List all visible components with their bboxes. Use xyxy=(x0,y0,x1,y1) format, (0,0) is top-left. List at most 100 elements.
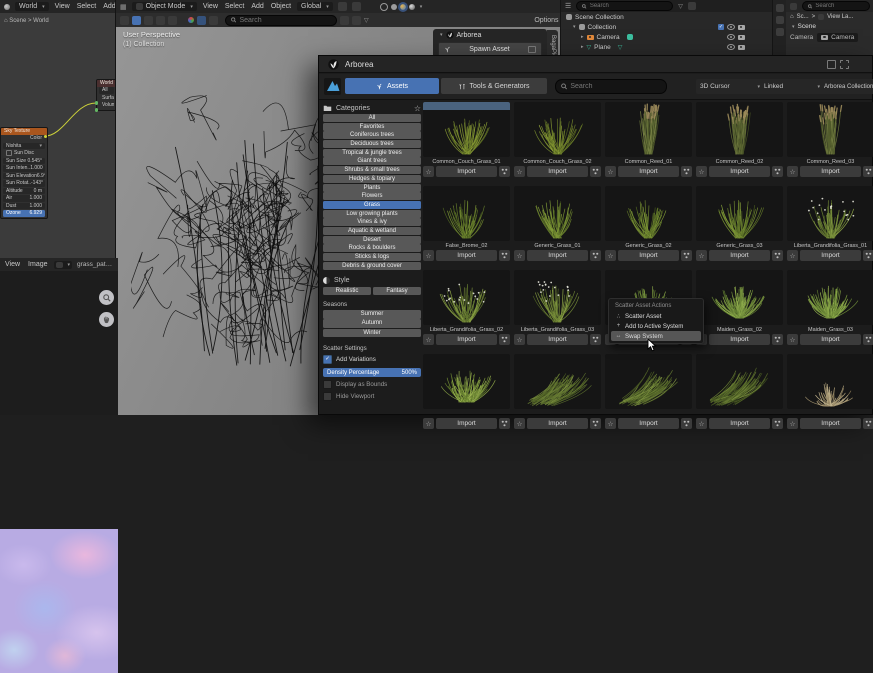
category-item[interactable]: Hedges & topiary xyxy=(323,175,421,183)
camera-field[interactable]: Camera xyxy=(817,33,858,42)
shading-mode-icons[interactable]: ▾ xyxy=(380,3,423,11)
category-item[interactable]: Plants xyxy=(323,184,421,192)
scatter-node-button[interactable] xyxy=(772,250,783,261)
menu-item[interactable]: Add xyxy=(250,3,264,10)
search-input[interactable] xyxy=(239,17,331,24)
sky-field[interactable]: Ozone6.929 xyxy=(3,210,45,217)
asset-thumbnail[interactable] xyxy=(787,270,873,325)
eye-icon[interactable] xyxy=(727,24,735,30)
overlay-icon[interactable] xyxy=(197,16,206,25)
favorite-star-button[interactable]: ☆ xyxy=(423,166,434,177)
checkbox-icon[interactable]: ✓ xyxy=(718,24,724,30)
outliner-row-scene-collection[interactable]: Scene Collection xyxy=(561,12,773,22)
favorite-star-button[interactable]: ☆ xyxy=(696,166,707,177)
eye-icon[interactable] xyxy=(727,34,735,40)
expand-icon[interactable]: ▾ xyxy=(573,24,576,30)
menu-item[interactable]: View xyxy=(202,3,219,10)
style-realistic-button[interactable]: Realistic xyxy=(323,287,371,296)
import-button[interactable]: Import xyxy=(527,334,588,345)
category-item[interactable]: Giant trees xyxy=(323,157,421,165)
season-winter-button[interactable]: Winter xyxy=(323,329,421,338)
scatter-node-button[interactable] xyxy=(772,166,783,177)
bookmark-icon[interactable] xyxy=(340,16,349,25)
import-button[interactable]: Import xyxy=(436,250,497,261)
asset-card[interactable]: Generic_Grass_01 ☆ Import xyxy=(514,186,601,266)
image-name[interactable]: grass_path_3_nor... xyxy=(77,261,114,268)
filter-options-icon[interactable] xyxy=(688,2,696,10)
search-input[interactable] xyxy=(590,3,667,9)
import-button[interactable]: Import xyxy=(436,166,497,177)
menu-item[interactable]: Object xyxy=(270,3,292,10)
import-button[interactable]: Import xyxy=(709,418,770,429)
context-menu-item[interactable]: Add to Active System xyxy=(611,321,701,331)
asset-thumbnail[interactable] xyxy=(605,354,692,409)
hide-viewport-checkbox[interactable]: Hide Viewport xyxy=(323,392,421,401)
search-input[interactable] xyxy=(815,3,864,9)
output-all-dropdown[interactable]: All xyxy=(99,87,114,94)
mode-selector[interactable]: Object Mode▾ xyxy=(132,2,197,11)
arborea-titlebar[interactable]: Arborea xyxy=(319,56,872,73)
scatter-node-button[interactable] xyxy=(863,418,873,429)
import-button[interactable]: Import xyxy=(618,418,679,429)
asset-card[interactable]: Liberta_Grandifolia_Grass_03 ☆ Import xyxy=(514,270,601,350)
favorite-star-button[interactable]: ☆ xyxy=(423,418,434,429)
output-tab-icon[interactable] xyxy=(776,28,784,36)
asset-thumbnail[interactable] xyxy=(423,354,510,409)
render-camera-icon[interactable] xyxy=(738,35,745,40)
filter-funnel-icon[interactable]: ▽ xyxy=(364,17,369,24)
pan-overlay-button[interactable] xyxy=(99,312,114,327)
move-tool-icon[interactable] xyxy=(144,16,153,25)
scatter-node-button[interactable] xyxy=(499,250,510,261)
favorite-star-button[interactable]: ☆ xyxy=(605,250,616,261)
category-item[interactable]: Aquatic & wetland xyxy=(323,227,421,235)
snap-icon[interactable] xyxy=(338,2,347,11)
plane-controls[interactable] xyxy=(727,44,745,50)
volume-socket[interactable] xyxy=(95,108,99,112)
favorite-star-button[interactable]: ☆ xyxy=(514,418,525,429)
display-bounds-checkbox[interactable]: Display as Bounds xyxy=(323,380,421,389)
density-slider[interactable]: Density Percentage500% xyxy=(323,368,421,377)
asset-card[interactable]: Common_Couch_Grass_01 ☆ Import xyxy=(423,102,510,182)
normal-map-image[interactable] xyxy=(0,529,118,673)
import-button[interactable]: Import xyxy=(618,166,679,177)
scatter-node-button[interactable] xyxy=(681,418,692,429)
favorite-star-button[interactable]: ☆ xyxy=(787,166,798,177)
favorite-star-button[interactable]: ☆ xyxy=(423,250,434,261)
favorite-star-button[interactable]: ☆ xyxy=(605,418,616,429)
asset-thumbnail[interactable] xyxy=(514,354,601,409)
import-button[interactable]: Import xyxy=(527,418,588,429)
collection-controls[interactable]: ✓ xyxy=(718,24,745,30)
eye-icon[interactable] xyxy=(727,44,735,50)
link-mode-dropdown[interactable]: Linked▾ xyxy=(760,79,824,94)
sky-field[interactable]: Dust1.000 xyxy=(3,203,45,210)
panel-corner-icons[interactable] xyxy=(827,60,849,69)
category-item[interactable]: Favorites xyxy=(323,123,421,131)
asset-thumbnail[interactable] xyxy=(696,270,783,325)
rotate-tool-icon[interactable] xyxy=(156,16,165,25)
favorite-star-button[interactable]: ☆ xyxy=(787,334,798,345)
scatter-node-button[interactable] xyxy=(590,418,601,429)
scatter-node-button[interactable] xyxy=(681,166,692,177)
asset-card[interactable]: Liberta_Grandifolia_Grass_01 ☆ Import xyxy=(787,186,873,266)
falloff-icon[interactable] xyxy=(188,17,194,23)
import-button[interactable]: Import xyxy=(800,250,861,261)
tool-tab-icon[interactable] xyxy=(776,4,784,12)
search-input[interactable] xyxy=(570,83,661,90)
category-item[interactable]: Tropical & jungle trees xyxy=(323,149,421,157)
asset-card[interactable]: Maiden_Grass_02 ☆ Import xyxy=(696,270,783,350)
asset-thumbnail[interactable] xyxy=(423,270,510,325)
category-item[interactable]: Sticks & logs xyxy=(323,253,421,261)
category-item[interactable]: Debris & ground cover xyxy=(323,262,421,270)
display-settings-icon[interactable] xyxy=(352,16,361,25)
asset-card[interactable]: Common_Couch_Grass_02 ☆ Import xyxy=(514,102,601,182)
scatter-node-button[interactable] xyxy=(681,250,692,261)
asset-thumbnail[interactable] xyxy=(787,354,873,409)
camera-controls[interactable] xyxy=(727,34,745,40)
sun-disc-toggle[interactable]: Sun Disc xyxy=(3,150,45,157)
asset-thumbnail[interactable] xyxy=(514,270,601,325)
import-button[interactable]: Import xyxy=(709,166,770,177)
scatter-node-button[interactable] xyxy=(863,250,873,261)
asset-thumbnail[interactable] xyxy=(423,186,510,241)
scatter-node-button[interactable] xyxy=(590,250,601,261)
filter-funnel-icon[interactable]: ▽ xyxy=(678,3,683,10)
